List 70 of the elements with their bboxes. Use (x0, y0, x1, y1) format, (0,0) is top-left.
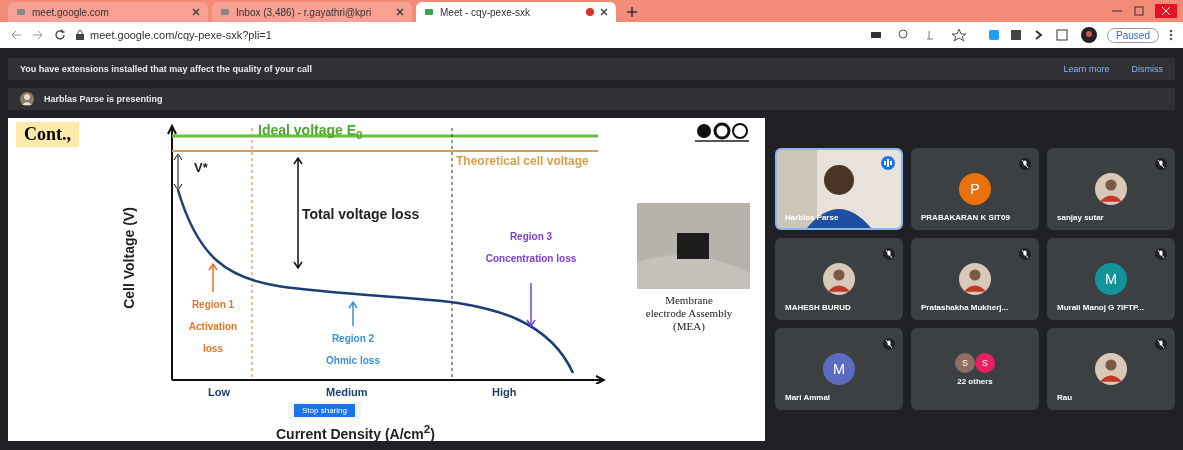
mic-off-icon (883, 338, 895, 350)
avatar-initial: M (823, 353, 855, 385)
others-count: 22 others (957, 376, 993, 386)
region-label: Region 3 Concentration loss (484, 230, 578, 266)
forward-icon[interactable] (32, 29, 44, 41)
banner-link[interactable]: Learn more (1063, 64, 1110, 74)
total-loss-label: Total voltage loss (302, 206, 420, 222)
participant-tile[interactable]: Harblas Parse (775, 148, 903, 230)
axis-tick-label: Medium (326, 386, 368, 398)
speaking-icon (881, 156, 895, 170)
participant-tile[interactable]: M Murali Manoj G 7IFTP... (1047, 238, 1175, 320)
participant-tile[interactable]: sanjay sutar (1047, 148, 1175, 230)
avatar-initial: S (955, 352, 975, 373)
close-icon[interactable] (396, 8, 404, 16)
axis-tick-label: Low (208, 386, 230, 398)
participant-name: sanjay sutar (1057, 213, 1104, 222)
new-tab-icon[interactable] (626, 6, 638, 18)
reload-icon[interactable] (54, 29, 66, 41)
site-icon (220, 7, 230, 17)
tab-title: Inbox (3,486) - r.gayathri@kpri (236, 6, 373, 18)
x-axis-label: Current Density (A/cm$^{2}$) (276, 422, 435, 442)
y-axis-label: Cell Voltage (V) (120, 207, 137, 309)
site-icon (16, 7, 26, 17)
participant-name: Harblas Parse (785, 213, 839, 222)
close-icon[interactable] (192, 8, 200, 16)
menu-icon[interactable] (1169, 29, 1173, 41)
browser-tab[interactable]: Meet - cqy-pexe-sxk (416, 2, 616, 22)
banner-link[interactable]: Dismiss (1131, 64, 1163, 74)
stop-sharing-button[interactable]: Stop sharing (294, 404, 355, 417)
v-star-label: V* (194, 160, 208, 175)
participant-tile[interactable]: MAHESH BURUD (775, 238, 903, 320)
participant-name: MAHESH BURUD (785, 303, 851, 312)
address-field[interactable]: meet.google.com/cqy-pexe-sxk?pli=1 (90, 29, 272, 41)
presenting-text: Harblas Parse is presenting (44, 94, 163, 104)
browser-tab[interactable]: meet.google.com (8, 2, 208, 22)
avatar-initial: P (959, 173, 991, 205)
participant-tile[interactable]: Pratashakha Mukherj... (911, 238, 1039, 320)
back-icon[interactable] (10, 29, 22, 41)
participant-tile[interactable]: P PRABAKARAN K SIT09 (911, 148, 1039, 230)
region-label: Region 2 Ohmic loss (325, 332, 381, 368)
site-icon (424, 7, 434, 17)
region-label: Region 1 Activation loss (187, 298, 239, 356)
mic-off-icon (1155, 248, 1167, 260)
theoretical-voltage-label: Theoretical cell voltage (456, 154, 589, 168)
participant-name: Pratashakha Mukherj... (921, 303, 1009, 312)
close-icon[interactable] (600, 8, 608, 16)
tab-title: Meet - cqy-pexe-sxk (440, 6, 532, 18)
avatar-initial: S (975, 352, 995, 373)
avatar-initial: M (1095, 263, 1127, 295)
mic-off-icon (1155, 338, 1167, 350)
mea-caption: Membrane electrode Assembly (MEA) (644, 294, 734, 333)
banner-message: You have extensions installed that may affect the quality of your call (20, 64, 313, 74)
tab-title: meet.google.com (32, 6, 110, 18)
participant-name: PRABAKARAN K SIT09 (921, 213, 1010, 222)
axis-tick-label: High (492, 386, 517, 398)
participant-name: Rau (1057, 393, 1073, 402)
participant-tile[interactable]: Rau (1047, 328, 1175, 410)
participant-tile[interactable]: M Mari Ammal (775, 328, 903, 410)
participant-name: Murali Manoj G 7IFTP... (1057, 303, 1144, 312)
profile-avatar-icon (1081, 27, 1098, 43)
mic-off-icon (1155, 158, 1167, 170)
slide-heading: Cont., (16, 122, 79, 147)
mic-off-icon (883, 248, 895, 260)
ideal-voltage-label: Ideal voltage E$_{0}$ (258, 122, 363, 141)
mic-off-icon (1019, 158, 1031, 170)
lock-icon (76, 30, 84, 40)
mic-off-icon (1019, 248, 1031, 260)
browser-tab[interactable]: Inbox (3,486) - r.gayathri@kpri (212, 2, 412, 22)
participant-tile[interactable]: S S 22 others (911, 328, 1039, 410)
participant-name: Mari Ammal (785, 393, 831, 402)
